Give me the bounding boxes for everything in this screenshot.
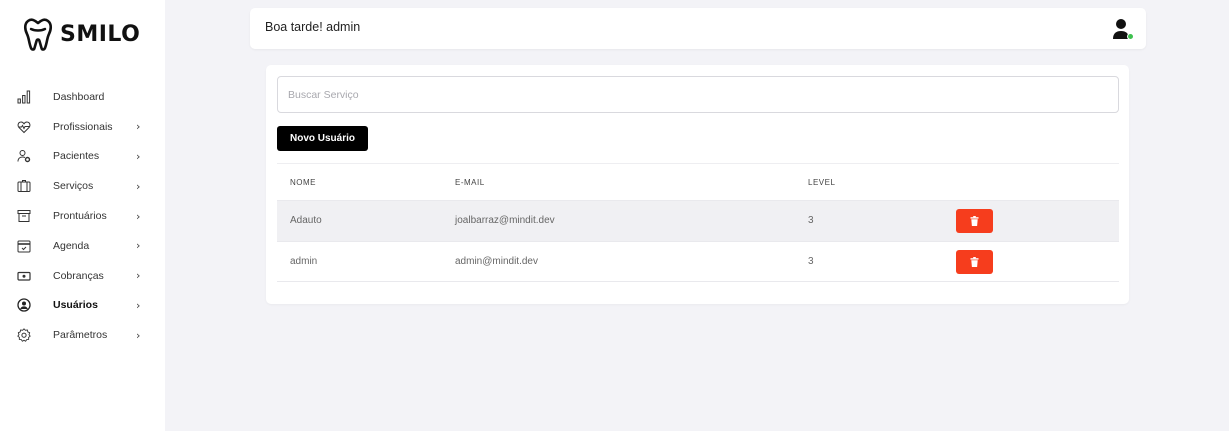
user-level-cell: 3 bbox=[808, 215, 814, 226]
user-avatar[interactable] bbox=[1112, 18, 1134, 40]
greeting-text: Boa tarde! admin bbox=[265, 20, 361, 34]
logo[interactable]: SMILO bbox=[22, 17, 140, 51]
money-icon bbox=[17, 269, 31, 283]
sidebar-item-label: Pacientes bbox=[53, 150, 100, 163]
column-header-email: E-MAIL bbox=[455, 178, 485, 187]
sidebar-item-pacientes[interactable]: Pacientes › bbox=[0, 142, 165, 172]
sidebar-item-label: Dashboard bbox=[53, 90, 105, 103]
delete-button[interactable] bbox=[956, 250, 993, 274]
sidebar-item-servicos[interactable]: Serviços › bbox=[0, 171, 165, 201]
tooth-logo-icon bbox=[23, 18, 53, 51]
chevron-right-icon: › bbox=[136, 269, 141, 283]
user-email-cell: admin@mindit.dev bbox=[455, 256, 538, 267]
users-card: Novo Usuário NOME E-MAIL LEVEL Adauto jo… bbox=[266, 65, 1129, 304]
trash-icon bbox=[970, 216, 979, 226]
user-settings-icon bbox=[17, 149, 31, 163]
new-user-button[interactable]: Novo Usuário bbox=[277, 126, 369, 151]
column-header-nome: NOME bbox=[290, 178, 316, 187]
sidebar-item-usuarios[interactable]: Usuários › bbox=[0, 291, 165, 321]
sidebar-item-label: Profissionais bbox=[53, 120, 113, 133]
sidebar-item-label: Parâmetros bbox=[53, 329, 108, 342]
sidebar-nav: Dashboard Profissionais › Pacientes › Se… bbox=[0, 82, 165, 350]
briefcase-icon bbox=[17, 179, 31, 193]
table-row[interactable]: admin admin@mindit.dev 3 bbox=[277, 241, 1119, 282]
gear-icon bbox=[17, 328, 31, 343]
table-header: NOME E-MAIL LEVEL bbox=[277, 164, 1119, 200]
sidebar: SMILO Dashboard Profissionais › Paciente… bbox=[0, 0, 165, 431]
sidebar-item-label: Agenda bbox=[53, 239, 90, 252]
top-bar: Boa tarde! admin bbox=[250, 8, 1146, 49]
delete-button[interactable] bbox=[956, 209, 993, 233]
trash-icon bbox=[970, 257, 979, 267]
sidebar-item-label: Cobranças bbox=[53, 269, 104, 282]
sidebar-item-dashboard[interactable]: Dashboard bbox=[0, 82, 165, 112]
user-circle-icon bbox=[17, 298, 31, 313]
table-row[interactable]: Adauto joalbarraz@mindit.dev 3 bbox=[277, 200, 1119, 241]
sidebar-item-label: Serviços bbox=[53, 180, 94, 193]
chevron-right-icon: › bbox=[136, 149, 141, 163]
chevron-right-icon: › bbox=[136, 120, 141, 134]
chevron-right-icon: › bbox=[136, 239, 141, 253]
chevron-right-icon: › bbox=[136, 328, 141, 342]
chevron-right-icon: › bbox=[136, 298, 141, 312]
sidebar-item-prontuarios[interactable]: Prontuários › bbox=[0, 201, 165, 231]
user-name-cell: Adauto bbox=[290, 215, 322, 226]
sidebar-item-label: Prontuários bbox=[53, 210, 107, 223]
user-email-cell: joalbarraz@mindit.dev bbox=[455, 215, 555, 226]
users-table: NOME E-MAIL LEVEL Adauto joalbarraz@mind… bbox=[277, 163, 1119, 282]
search-input[interactable] bbox=[277, 76, 1119, 113]
logo-text: SMILO bbox=[60, 21, 141, 47]
user-name-cell: admin bbox=[290, 256, 318, 267]
sidebar-item-profissionais[interactable]: Profissionais › bbox=[0, 112, 165, 142]
chevron-right-icon: › bbox=[136, 209, 141, 223]
archive-icon bbox=[17, 209, 31, 223]
column-header-level: LEVEL bbox=[808, 178, 836, 187]
online-status-dot bbox=[1127, 33, 1134, 40]
sidebar-item-cobrancas[interactable]: Cobranças › bbox=[0, 261, 165, 291]
calendar-check-icon bbox=[17, 239, 31, 253]
sidebar-item-parametros[interactable]: Parâmetros › bbox=[0, 320, 165, 350]
sidebar-item-agenda[interactable]: Agenda › bbox=[0, 231, 165, 261]
chevron-right-icon: › bbox=[136, 179, 141, 193]
heart-pulse-icon bbox=[17, 120, 31, 134]
user-level-cell: 3 bbox=[808, 256, 814, 267]
sidebar-item-label: Usuários bbox=[53, 299, 98, 312]
bar-chart-icon bbox=[17, 90, 31, 104]
